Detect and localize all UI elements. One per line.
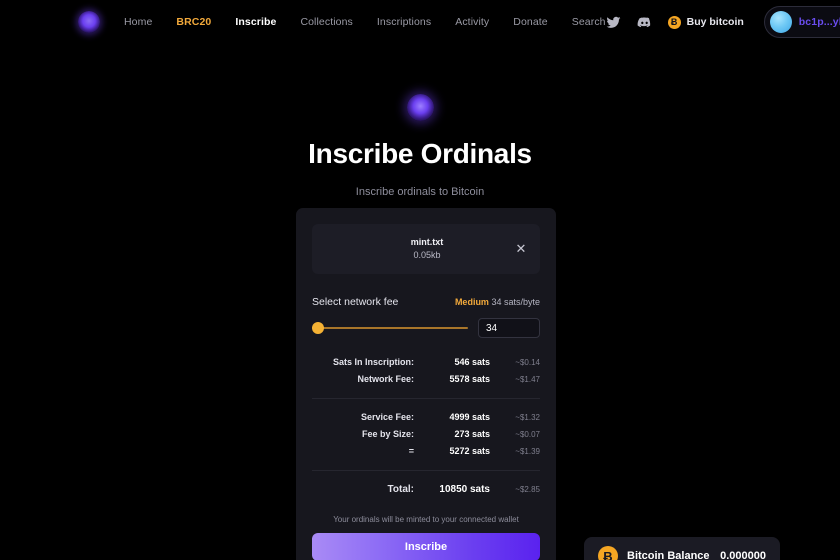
inscribe-form-panel: mint.txt 0.05kb ✕ Select network fee Med… — [296, 208, 556, 560]
hero-orb-icon — [406, 94, 434, 121]
row-usd: ~$1.47 — [515, 375, 540, 384]
site-logo-icon[interactable] — [78, 11, 100, 33]
table-row: Fee by Size: 273 sats ~$0.07 — [312, 426, 540, 443]
navbar: Home BRC20 Inscribe Collections Inscript… — [0, 0, 840, 44]
network-fee-label: Select network fee — [312, 296, 399, 308]
total-sats: 10850 sats — [439, 484, 490, 495]
twitter-icon[interactable] — [606, 15, 621, 30]
row-usd: ~$0.07 — [515, 430, 540, 439]
nav-link-search[interactable]: Search — [572, 16, 606, 28]
nav-link-inscribe[interactable]: Inscribe — [235, 16, 276, 28]
bitcoin-balance-widget[interactable]: Ƀ Bitcoin Balance 0.000000 — [584, 537, 780, 560]
file-size: 0.05kb — [413, 250, 441, 260]
wallet-address-label: bc1p...ylpl — [798, 16, 840, 28]
row-usd: ~$1.32 — [515, 413, 540, 422]
balance-label: Bitcoin Balance — [627, 550, 710, 560]
table-row-total: Total: 10850 sats ~$2.85 — [312, 481, 540, 499]
nav-link-collections[interactable]: Collections — [300, 16, 352, 28]
row-usd: ~$1.39 — [515, 447, 540, 456]
slider-thumb[interactable] — [312, 322, 324, 334]
nav-link-donate[interactable]: Donate — [513, 16, 547, 28]
navbar-right: Ƀ Buy bitcoin bc1p...ylpl — [606, 6, 840, 38]
wallet-button[interactable]: bc1p...ylpl — [763, 6, 840, 38]
bitcoin-coin-icon: Ƀ — [667, 15, 681, 29]
slider-track — [312, 327, 468, 329]
row-sats: 273 sats — [454, 429, 490, 439]
table-row: Sats In Inscription: 546 sats ~$0.14 — [312, 354, 540, 371]
network-fee-tier: Medium 34 sats/byte — [455, 297, 540, 307]
inscribe-button[interactable]: Inscribe — [312, 533, 540, 560]
close-icon[interactable]: ✕ — [514, 242, 528, 256]
row-sats: 4999 sats — [449, 412, 490, 422]
row-label: Sats In Inscription: — [332, 357, 414, 367]
hero-section: Inscribe Ordinals Inscribe ordinals to B… — [0, 44, 840, 198]
primary-nav: Home BRC20 Inscribe Collections Inscript… — [124, 16, 606, 28]
network-fee-header: Select network fee Medium 34 sats/byte — [312, 296, 540, 308]
total-label: Total: — [387, 484, 414, 495]
fee-breakdown: Sats In Inscription: 546 sats ~$0.14 Net… — [312, 354, 540, 499]
divider — [312, 470, 540, 471]
page-subtitle: Inscribe ordinals to Bitcoin — [355, 185, 485, 198]
row-label: = — [408, 446, 414, 456]
file-meta: mint.txt 0.05kb — [324, 236, 514, 262]
table-row: = 5272 sats ~$1.39 — [312, 443, 540, 460]
row-sats: 5272 sats — [449, 446, 490, 456]
buy-bitcoin-label: Buy bitcoin — [686, 16, 744, 28]
row-sats: 5578 sats — [449, 374, 490, 384]
fee-rate-input[interactable] — [478, 318, 540, 338]
file-name: mint.txt — [410, 236, 444, 247]
network-fee-slider[interactable] — [312, 322, 468, 334]
table-row: Network Fee: 5578 sats ~$1.47 — [312, 371, 540, 388]
uploaded-file-card: mint.txt 0.05kb ✕ — [312, 224, 540, 274]
balance-value: 0.000000 — [720, 550, 766, 560]
nav-link-home[interactable]: Home — [124, 16, 152, 28]
nav-link-brc20[interactable]: BRC20 — [176, 16, 211, 28]
row-usd: ~$0.14 — [515, 358, 540, 367]
network-fee-controls — [312, 318, 540, 338]
nav-link-inscriptions[interactable]: Inscriptions — [377, 16, 431, 28]
page-title: Inscribe Ordinals — [308, 138, 532, 169]
table-row: Service Fee: 4999 sats ~$1.32 — [312, 409, 540, 426]
row-label: Fee by Size: — [361, 429, 414, 439]
avatar — [769, 11, 792, 33]
divider — [312, 398, 540, 399]
nav-link-activity[interactable]: Activity — [455, 16, 489, 28]
total-usd: ~$2.85 — [515, 485, 540, 494]
discord-icon[interactable] — [637, 15, 652, 30]
row-label: Network Fee: — [357, 374, 414, 384]
row-label: Service Fee: — [360, 412, 414, 422]
row-sats: 546 sats — [454, 357, 490, 367]
mint-note: Your ordinals will be minted to your con… — [333, 515, 519, 524]
fee-tier-name: Medium — [454, 297, 489, 307]
fee-tier-rate: 34 sats/byte — [491, 297, 540, 307]
bitcoin-coin-icon: Ƀ — [598, 546, 618, 560]
buy-bitcoin-button[interactable]: Ƀ Buy bitcoin — [667, 15, 744, 29]
